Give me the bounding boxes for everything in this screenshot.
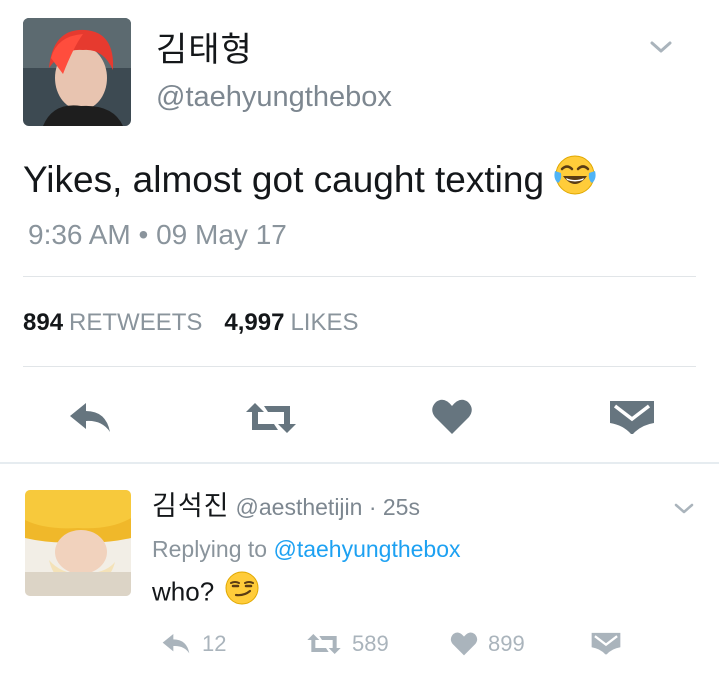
chevron-down-icon[interactable]	[646, 36, 676, 58]
engagement-stats: 894 RETWEETS 4,997 LIKES	[23, 306, 381, 340]
divider	[23, 366, 696, 367]
retweet-count: 589	[352, 631, 389, 656]
action-bar	[0, 388, 719, 448]
chevron-down-icon[interactable]	[672, 500, 696, 518]
handle[interactable]: @taehyungthebox	[156, 79, 392, 115]
retweets-label[interactable]: RETWEETS	[69, 309, 202, 336]
tweet-text: Yikes, almost got caught texting	[23, 152, 598, 212]
retweet-button[interactable]: 589	[306, 624, 389, 664]
message-icon	[591, 632, 621, 655]
reply-text: who?	[152, 570, 260, 617]
divider	[23, 276, 696, 277]
reply-text-body: who?	[152, 576, 215, 607]
face-with-tears-of-joy-icon	[552, 152, 598, 212]
reply-icon[interactable]	[66, 400, 114, 436]
reply-action-bar: 12 589 899	[0, 624, 719, 664]
handle-and-time[interactable]: @aesthetijin · 25s	[236, 494, 420, 520]
likes-count[interactable]: 4,997	[224, 309, 284, 336]
replying-prefix: Replying to	[152, 536, 268, 562]
tweet-text-body: Yikes, almost got caught texting	[23, 158, 545, 200]
avatar[interactable]	[25, 490, 131, 596]
replying-to-link[interactable]: @taehyungthebox	[273, 536, 460, 562]
message-icon[interactable]	[609, 400, 655, 436]
display-name[interactable]: 김석진	[152, 491, 230, 521]
main-tweet: 김태형 @taehyungthebox Yikes, almost got ca…	[0, 0, 719, 462]
reply-header: 김석진 @aesthetijin · 25s	[152, 490, 420, 527]
retweet-icon[interactable]	[244, 402, 298, 434]
avatar[interactable]	[23, 18, 131, 126]
retweet-icon	[307, 634, 341, 654]
message-button[interactable]	[591, 624, 631, 664]
like-icon[interactable]	[431, 398, 473, 436]
replying-to: Replying to @taehyungthebox	[152, 534, 461, 564]
like-button[interactable]: 899	[450, 624, 525, 664]
likes-label[interactable]: LIKES	[290, 309, 358, 336]
retweets-count[interactable]: 894	[23, 309, 63, 336]
smirking-face-icon	[224, 570, 260, 617]
display-name[interactable]: 김태형	[156, 30, 253, 70]
like-count: 899	[488, 631, 525, 656]
timestamp: 9:36 AM • 09 May 17	[28, 219, 287, 250]
reply-icon	[162, 634, 190, 654]
reply-count: 12	[202, 631, 227, 656]
like-icon	[450, 632, 478, 656]
reply-tweet[interactable]: 김석진 @aesthetijin · 25s Replying to @taehy…	[0, 464, 719, 677]
reply-button[interactable]: 12	[160, 624, 226, 664]
